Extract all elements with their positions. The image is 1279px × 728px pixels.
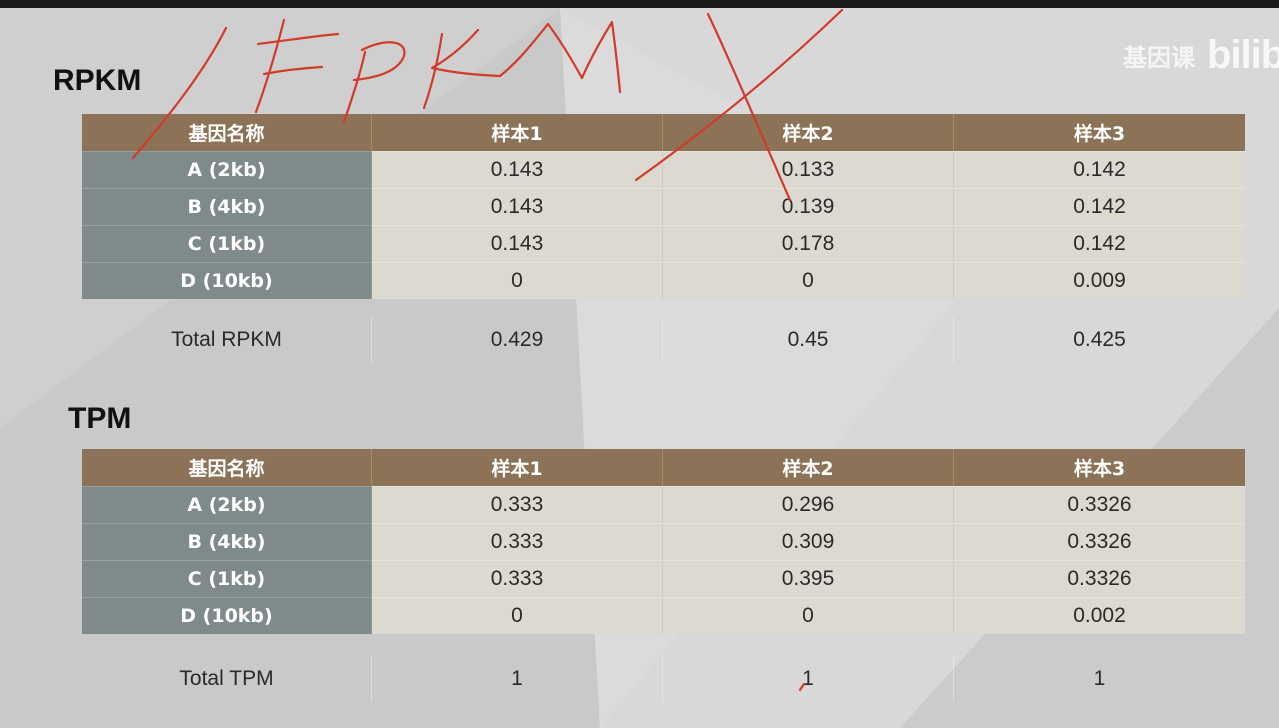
total-value: 1 — [663, 656, 954, 702]
value-cell: 0.002 — [954, 597, 1245, 634]
value-cell: 0.142 — [954, 188, 1245, 225]
gene-name-cell: B (4kb) — [82, 523, 372, 560]
tpm-table: 基因名称 样本1 样本2 样本3 A (2kb) 0.333 0.296 0.3… — [82, 449, 1245, 634]
total-value: 1 — [372, 656, 663, 702]
header-sample-3: 样本3 — [954, 114, 1245, 151]
gene-name-cell: C (1kb) — [82, 225, 372, 262]
watermark: 基因课 bilibili — [1123, 30, 1279, 80]
rpkm-table: 基因名称 样本1 样本2 样本3 A (2kb) 0.143 0.133 0.1… — [82, 114, 1245, 299]
rpkm-total-row: Total RPKM 0.429 0.45 0.425 — [82, 317, 1245, 363]
value-cell: 0.139 — [663, 188, 954, 225]
rpkm-title: RPKM — [53, 64, 142, 97]
table-row: A (2kb) 0.333 0.296 0.3326 — [82, 486, 1245, 523]
table-row: C (1kb) 0.333 0.395 0.3326 — [82, 560, 1245, 597]
header-sample-3: 样本3 — [954, 449, 1245, 486]
value-cell: 0.296 — [663, 486, 954, 523]
value-cell: 0 — [663, 597, 954, 634]
total-label: Total TPM — [82, 656, 372, 702]
table-header-row: 基因名称 样本1 样本2 样本3 — [82, 449, 1245, 486]
value-cell: 0.395 — [663, 560, 954, 597]
total-label: Total RPKM — [82, 317, 372, 363]
top-bar — [0, 0, 1279, 8]
header-sample-2: 样本2 — [663, 449, 954, 486]
value-cell: 0.333 — [372, 523, 663, 560]
value-cell: 0 — [372, 262, 663, 299]
total-value: 0.425 — [1073, 328, 1126, 351]
value-cell: 0.142 — [954, 151, 1245, 188]
table-row: D (10kb) 0 0 0.009 — [82, 262, 1245, 299]
table-row: B (4kb) 0.143 0.139 0.142 — [82, 188, 1245, 225]
value-cell: 0.3326 — [954, 560, 1245, 597]
value-cell: 0.3326 — [954, 523, 1245, 560]
value-cell: 0.333 — [372, 560, 663, 597]
value-cell: 0.3326 — [954, 486, 1245, 523]
value-cell: 0.143 — [372, 188, 663, 225]
header-sample-1: 样本1 — [372, 114, 663, 151]
tpm-title: TPM — [68, 402, 132, 435]
header-gene-name: 基因名称 — [82, 449, 372, 486]
table-row: A (2kb) 0.143 0.133 0.142 — [82, 151, 1245, 188]
total-value: 0.45 — [663, 317, 954, 363]
gene-name-cell: C (1kb) — [82, 560, 372, 597]
value-cell: 0.009 — [954, 262, 1245, 299]
watermark-text: 基因课 — [1123, 43, 1195, 72]
table-row: B (4kb) 0.333 0.309 0.3326 — [82, 523, 1245, 560]
header-gene-name: 基因名称 — [82, 114, 372, 151]
gene-name-cell: D (10kb) — [82, 262, 372, 299]
value-cell: 0.143 — [372, 225, 663, 262]
table-header-row: 基因名称 样本1 样本2 样本3 — [82, 114, 1245, 151]
tpm-total-row: Total TPM 1 1 1 — [82, 656, 1245, 702]
value-cell: 0.133 — [663, 151, 954, 188]
value-cell: 0.143 — [372, 151, 663, 188]
table-row: C (1kb) 0.143 0.178 0.142 — [82, 225, 1245, 262]
value-cell: 0.309 — [663, 523, 954, 560]
gene-name-cell: A (2kb) — [82, 151, 372, 188]
gene-name-cell: B (4kb) — [82, 188, 372, 225]
value-cell: 0.333 — [372, 486, 663, 523]
total-value: 1 — [1093, 667, 1106, 690]
value-cell: 0 — [372, 597, 663, 634]
header-sample-1: 样本1 — [372, 449, 663, 486]
gene-name-cell: A (2kb) — [82, 486, 372, 523]
value-cell: 0 — [663, 262, 954, 299]
table-row: D (10kb) 0 0 0.002 — [82, 597, 1245, 634]
header-sample-2: 样本2 — [663, 114, 954, 151]
value-cell: 0.142 — [954, 225, 1245, 262]
value-cell: 0.178 — [663, 225, 954, 262]
gene-name-cell: D (10kb) — [82, 597, 372, 634]
total-value: 0.429 — [372, 317, 663, 363]
bilibili-logo: bilibili — [1207, 32, 1279, 77]
